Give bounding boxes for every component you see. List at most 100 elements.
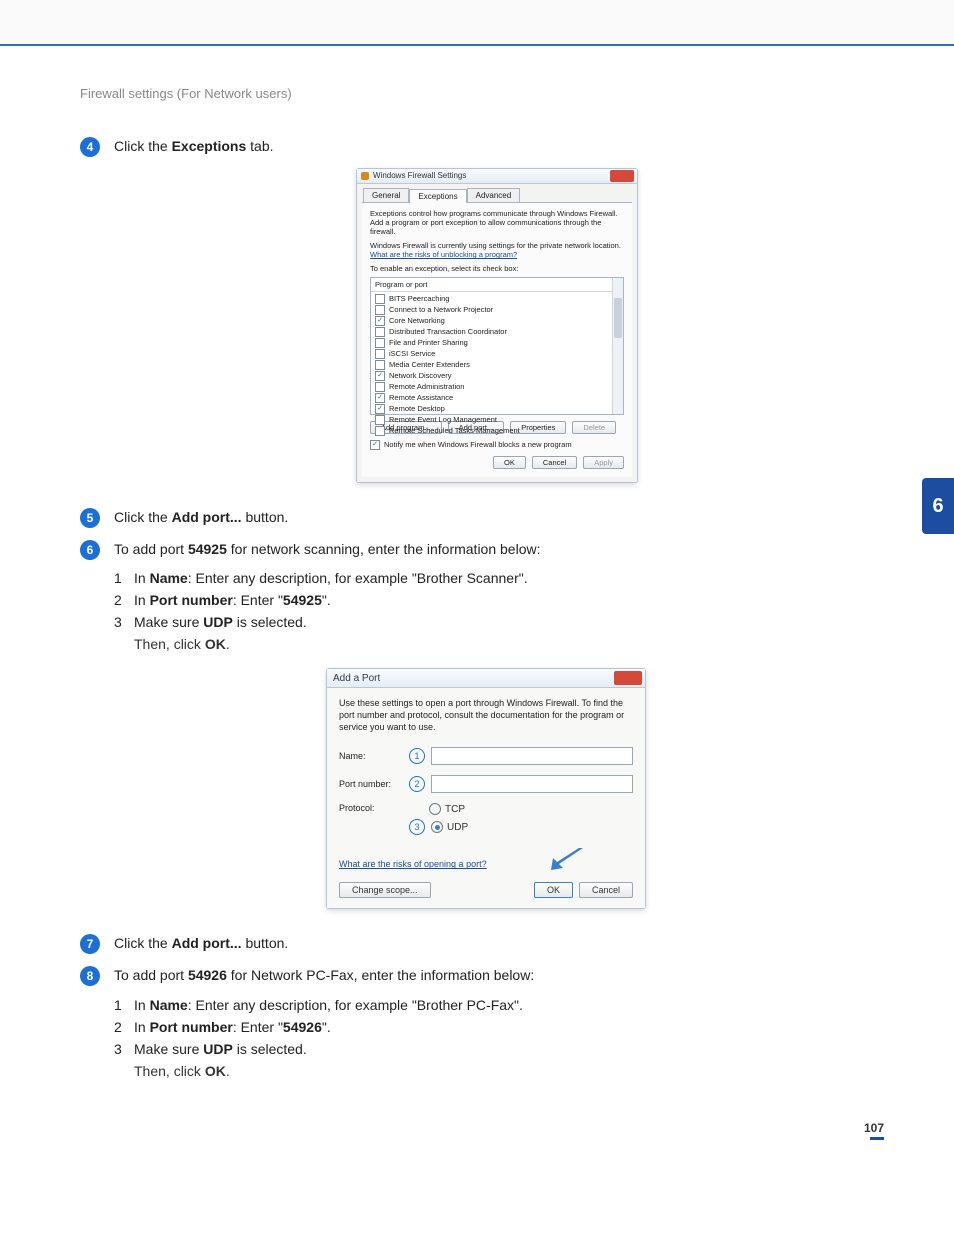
list-item[interactable]: iSCSI Service <box>373 349 621 360</box>
list-item[interactable]: Connect to a Network Projector <box>373 305 621 316</box>
list-item[interactable]: Remote Assistance <box>373 393 621 404</box>
tcp-radio[interactable] <box>429 803 441 815</box>
list-item[interactable]: Remote Scheduled Tasks Management <box>373 426 621 437</box>
list-item-label: Distributed Transaction Coordinator <box>389 327 507 336</box>
checkbox[interactable] <box>375 305 385 315</box>
dialog-para3: To enable an exception, select its check… <box>370 264 624 273</box>
checkbox[interactable] <box>375 404 385 414</box>
checkbox[interactable] <box>375 294 385 304</box>
list-item-label: BITS Peercaching <box>389 294 449 303</box>
step-bullet: 4 <box>80 137 100 157</box>
list-item[interactable]: Core Networking <box>373 316 621 327</box>
cancel-button[interactable]: Cancel <box>579 882 633 898</box>
tab-exceptions[interactable]: Exceptions <box>409 189 466 203</box>
checkbox[interactable] <box>375 338 385 348</box>
notify-checkbox[interactable] <box>370 440 380 450</box>
list-item-label: Core Networking <box>389 316 445 325</box>
shield-icon <box>361 172 369 180</box>
notify-label: Notify me when Windows Firewall blocks a… <box>384 440 572 449</box>
tab-general[interactable]: General <box>363 188 409 202</box>
dialog-footer: OK Cancel Apply <box>370 456 624 469</box>
list-item-label: Remote Administration <box>389 382 464 391</box>
dialog-para1: Exceptions control how programs communic… <box>370 209 624 237</box>
dialog2-titlebar: Add a Port <box>327 669 645 688</box>
checkbox[interactable] <box>375 327 385 337</box>
substep-text: Make sure UDP is selected. <box>134 1041 307 1057</box>
list-item[interactable]: Remote Desktop <box>373 404 621 415</box>
step-4: 4 Click the Exceptions tab. <box>80 136 884 158</box>
protocol-row: Protocol: TCP 3 UDP <box>339 803 633 835</box>
checkbox[interactable] <box>375 393 385 403</box>
close-icon[interactable] <box>614 671 642 685</box>
list-item[interactable]: BITS Peercaching <box>373 294 621 305</box>
risks-link[interactable]: What are the risks of unblocking a progr… <box>370 250 517 259</box>
substep: 3Make sure UDP is selected. <box>114 1041 884 1057</box>
list-item-label: Remote Event Log Management <box>389 415 497 424</box>
name-row: Name: 1 <box>339 747 633 765</box>
list-item-label: Remote Scheduled Tasks Management <box>389 426 520 435</box>
substep-number: 1 <box>114 997 134 1013</box>
list-item[interactable]: File and Printer Sharing <box>373 338 621 349</box>
para2a: Windows Firewall is currently using sett… <box>370 241 621 250</box>
checkbox[interactable] <box>375 415 385 425</box>
document-top-bar <box>0 0 954 46</box>
risks-link[interactable]: What are the risks of opening a port? <box>339 859 487 869</box>
step-8: 8 To add port 54926 for Network PC-Fax, … <box>80 965 884 987</box>
step-6: 6 To add port 54925 for network scanning… <box>80 539 884 561</box>
checkbox[interactable] <box>375 371 385 381</box>
list-item[interactable]: Distributed Transaction Coordinator <box>373 327 621 338</box>
udp-radio[interactable] <box>431 821 443 833</box>
section-header: Firewall settings (For Network users) <box>80 86 884 101</box>
checkbox[interactable] <box>375 316 385 326</box>
substep-text: Make sure UDP is selected. <box>134 614 307 630</box>
substep: 3Make sure UDP is selected. <box>114 614 884 630</box>
scroll-thumb[interactable] <box>614 298 622 338</box>
substep-text: In Port number: Enter "54925". <box>134 592 331 608</box>
change-scope-button[interactable]: Change scope... <box>339 882 431 898</box>
page-content: Firewall settings (For Network users) 6 … <box>0 46 954 1166</box>
tab-advanced[interactable]: Advanced <box>467 188 521 202</box>
ok-button[interactable]: OK <box>493 456 526 469</box>
step-5: 5 Click the Add port... button. <box>80 507 884 529</box>
step-8-then: Then, click OK. <box>134 1063 884 1079</box>
list-item[interactable]: Remote Event Log Management <box>373 415 621 426</box>
name-input[interactable] <box>431 747 633 765</box>
dialog2-title: Add a Port <box>333 673 380 684</box>
port-input[interactable] <box>431 775 633 793</box>
step-8-text: To add port 54926 for Network PC-Fax, en… <box>114 965 534 987</box>
name-label: Name: <box>339 751 409 761</box>
ok-button[interactable]: OK <box>534 882 573 898</box>
step-8-substeps: 1In Name: Enter any description, for exa… <box>114 997 884 1057</box>
close-icon[interactable] <box>610 170 634 182</box>
step-7: 7 Click the Add port... button. <box>80 933 884 955</box>
scrollbar[interactable] <box>612 278 623 414</box>
list-item[interactable]: Remote Administration <box>373 382 621 393</box>
port-row: Port number: 2 <box>339 775 633 793</box>
list-item[interactable]: Network Discovery <box>373 371 621 382</box>
substep-number: 3 <box>114 1041 134 1057</box>
exceptions-listbox[interactable]: Program or port BITS PeercachingConnect … <box>370 277 624 415</box>
step-7-text: Click the Add port... button. <box>114 933 288 955</box>
dialog2-footer: Change scope... OK Cancel <box>339 882 633 898</box>
checkbox[interactable] <box>375 349 385 359</box>
dialog-tabstrip: General Exceptions Advanced <box>357 184 637 202</box>
dialog2-body: Use these settings to open a port throug… <box>327 688 645 908</box>
cancel-button[interactable]: Cancel <box>532 456 577 469</box>
step-5-text: Click the Add port... button. <box>114 507 288 529</box>
checkbox[interactable] <box>375 426 385 436</box>
checkbox[interactable] <box>375 382 385 392</box>
list-item-label: Media Center Extenders <box>389 360 470 369</box>
substep-text: In Name: Enter any description, for exam… <box>134 997 523 1013</box>
apply-button[interactable]: Apply <box>583 456 624 469</box>
substep-number: 1 <box>114 570 134 586</box>
chapter-side-tab: 6 <box>922 478 954 534</box>
list-item[interactable]: Media Center Extenders <box>373 360 621 371</box>
step-bullet: 6 <box>80 540 100 560</box>
list-item-label: Remote Desktop <box>389 404 445 413</box>
notify-checkbox-row[interactable]: Notify me when Windows Firewall blocks a… <box>370 440 624 450</box>
marker-3: 3 <box>409 819 425 835</box>
dialog2-desc: Use these settings to open a port throug… <box>339 698 633 733</box>
protocol-label: Protocol: <box>339 803 409 813</box>
checkbox[interactable] <box>375 360 385 370</box>
tcp-label: TCP <box>445 804 465 815</box>
